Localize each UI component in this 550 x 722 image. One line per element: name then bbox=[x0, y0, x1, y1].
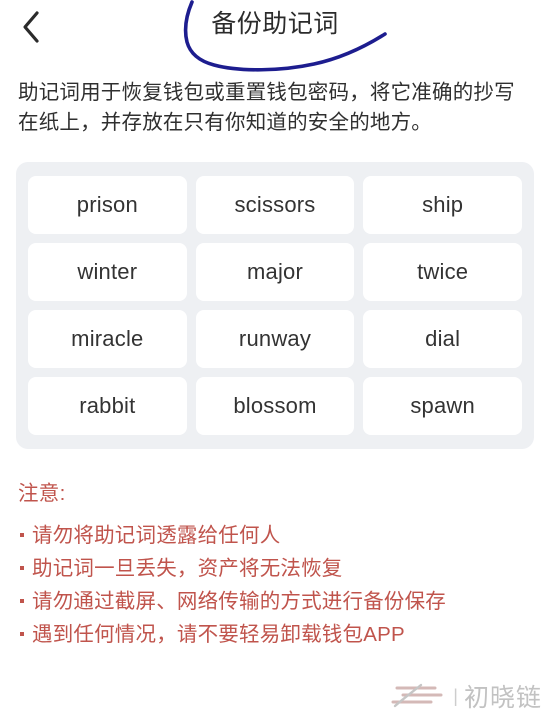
brand-logo-icon bbox=[391, 679, 447, 714]
warning-list-item: 请勿将助记词透露给任何人 bbox=[18, 519, 532, 552]
warning-text: 请勿将助记词透露给任何人 bbox=[32, 524, 281, 547]
warning-list-item: 请勿通过截屏、网络传输的方式进行备份保存 bbox=[18, 585, 532, 618]
mnemonic-word-card[interactable]: rabbit bbox=[28, 377, 187, 435]
bullet-icon bbox=[20, 566, 24, 570]
mnemonic-word-card[interactable]: prison bbox=[28, 176, 187, 234]
mnemonic-word-card[interactable]: blossom bbox=[195, 377, 355, 435]
warning-list-item: 遇到任何情况，请不要轻易卸载钱包APP bbox=[18, 618, 532, 651]
watermark-text: 初晓链 bbox=[463, 684, 542, 712]
warning-list-item: 助记词一旦丢失，资产将无法恢复 bbox=[18, 552, 532, 585]
watermark: | 初晓链 bbox=[391, 678, 542, 714]
page-title: 备份助记词 bbox=[211, 10, 339, 38]
mnemonic-word-card[interactable]: scissors bbox=[195, 176, 355, 234]
page-header: 备份助记词 bbox=[0, 0, 550, 72]
warning-text: 请勿通过截屏、网络传输的方式进行备份保存 bbox=[32, 590, 446, 613]
warnings-section: 注意: 请勿将助记词透露给任何人 助记词一旦丢失，资产将无法恢复 请勿通过截屏、… bbox=[18, 479, 532, 651]
mnemonic-word-card[interactable]: major bbox=[195, 243, 355, 301]
description-text: 助记词用于恢复钱包或重置钱包密码，将它准确的抄写在纸上，并存放在只有你知道的安全… bbox=[18, 81, 515, 134]
mnemonic-word-card[interactable]: miracle bbox=[28, 310, 187, 368]
bullet-icon bbox=[20, 599, 24, 603]
warning-text: 遇到任何情况，请不要轻易卸载钱包APP bbox=[32, 623, 405, 646]
mnemonic-word-card[interactable]: runway bbox=[195, 310, 355, 368]
mnemonic-word-card[interactable]: winter bbox=[28, 243, 187, 301]
mnemonic-word-card[interactable]: ship bbox=[363, 176, 522, 234]
mnemonic-word-card[interactable]: spawn bbox=[363, 377, 522, 435]
bullet-icon bbox=[20, 533, 24, 537]
bullet-icon bbox=[20, 632, 24, 636]
warnings-title: 注意: bbox=[18, 482, 66, 505]
warning-text: 助记词一旦丢失，资产将无法恢复 bbox=[32, 557, 343, 580]
mnemonic-word-card[interactable]: dial bbox=[363, 310, 522, 368]
mnemonic-word-card[interactable]: twice bbox=[363, 243, 522, 301]
watermark-separator: | bbox=[453, 685, 458, 706]
mnemonic-word-grid: prison scissors ship winter major twice … bbox=[16, 162, 534, 449]
